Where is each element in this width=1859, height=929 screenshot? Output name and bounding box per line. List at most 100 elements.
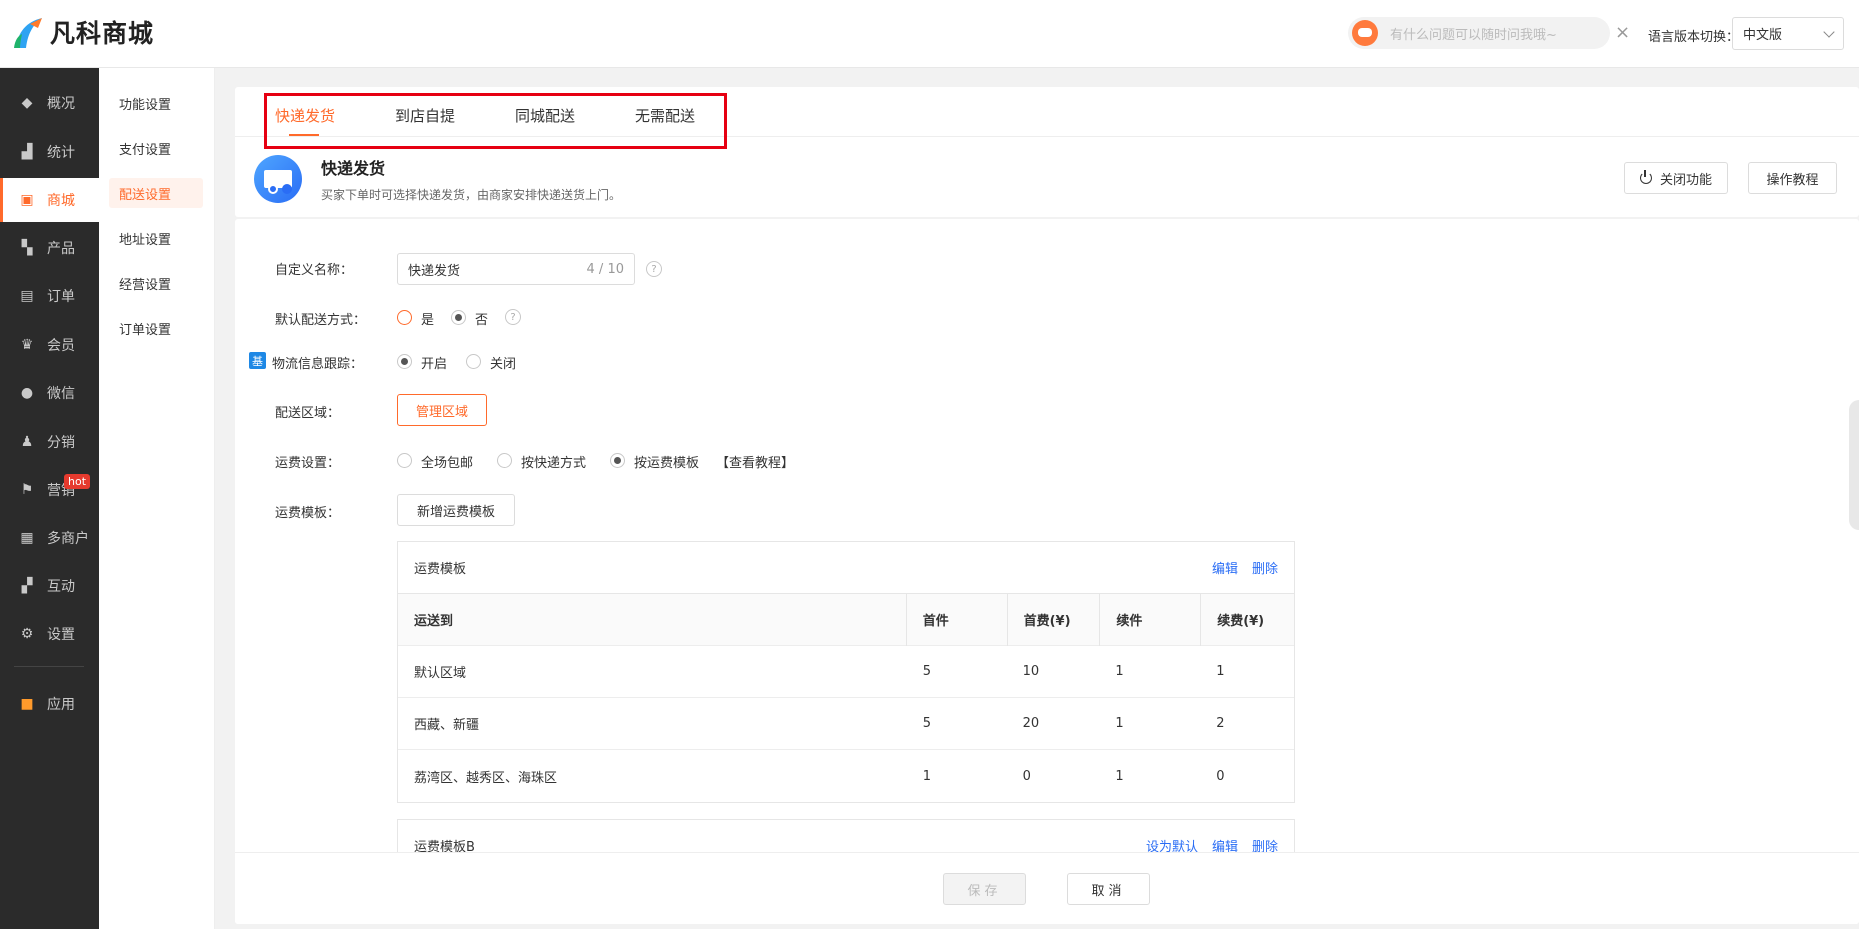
sidebar-item-overview[interactable]: ◆ 概况 [0,81,99,125]
hot-badge: hot [64,474,91,489]
fee-express-radio[interactable] [497,453,512,468]
help-icon[interactable]: ? [505,309,521,325]
chevron-down-icon [1823,25,1835,38]
user-share-icon: ♟ [20,434,34,450]
subnav-item-order[interactable]: 订单设置 [109,313,203,343]
tracking-off-label: 关闭 [490,357,517,372]
fee-express-label: 按快递方式 [521,456,587,471]
template-table: 运费模板 编辑 删除 运送到 首件 首费(¥) 续件 续费(¥) 默认区域 5 … [397,541,1295,803]
table-cell: 5 [922,664,932,679]
sidebar-item-label: 商城 [47,193,75,209]
subnav-item-function[interactable]: 功能设置 [109,88,203,118]
sidebar-item-label: 设置 [47,627,75,643]
table-cell: 20 [1022,716,1040,731]
template-label: 运费模板： [275,506,341,521]
tracking-on-label: 开启 [421,357,448,372]
close-feature-button[interactable]: 关闭功能 [1624,162,1728,194]
sidebar-item-orders[interactable]: ▤ 订单 [0,274,99,318]
table-cell: 0 [1216,768,1225,784]
table-row: 荔湾区、越秀区、海珠区 1 0 1 0 [398,750,1294,802]
table-cell: 1 [1115,716,1124,731]
template-name: 运费模板 [414,562,467,577]
sidebar-item-wechat[interactable]: ● 微信 [0,371,99,415]
apps-icon: ■ [20,696,34,712]
edit-template-link[interactable]: 编辑 [1212,558,1238,577]
delivery-form-card: 自定义名称： 快递发货 4 / 10 ? 默认配送方式： 是 否 ? 基 物流信… [235,219,1859,924]
subnav-item-address[interactable]: 地址设置 [109,223,203,253]
help-icon[interactable]: ? [646,261,662,277]
name-input[interactable]: 快递发货 4 / 10 [397,253,635,285]
language-select[interactable]: 中文版 [1732,17,1844,50]
clipboard-icon: ▤ [20,288,34,304]
sidebar-item-multi-merchant[interactable]: ▦ 多商户 [0,516,99,560]
language-value: 中文版 [1743,28,1783,43]
fee-free-label: 全场包邮 [421,456,474,471]
tracking-on-radio[interactable] [397,354,412,369]
cancel-button[interactable]: 取消 [1067,873,1150,905]
sidebar-item-apps[interactable]: ■ 应用 [0,682,99,726]
subnav-item-business[interactable]: 经营设置 [109,268,203,298]
table-cell: 默认区域 [414,666,467,681]
tracking-off-radio[interactable] [466,354,481,369]
subnav-item-delivery[interactable]: 配送设置 [109,178,203,208]
default-yes-radio[interactable] [397,310,412,325]
sidebar-item-shop[interactable]: ▣ 商城 [0,178,99,222]
truck-icon [254,155,302,203]
table-cell: 10 [1022,664,1040,679]
logo[interactable]: 凡科商城 [12,14,154,50]
save-button[interactable]: 保存 [943,873,1026,905]
tutorial-button[interactable]: 操作教程 [1748,162,1837,194]
delete-template-link[interactable]: 删除 [1252,558,1278,577]
column-header: 首件 [905,593,1007,646]
sidebar-item-label: 互动 [47,579,75,595]
table-cell: 0 [1022,768,1031,784]
fee-free-radio[interactable] [397,453,412,468]
feature-desc: 买家下单时可选择快递发货，由商家安排快递送货上门。 [321,188,622,202]
manage-area-button[interactable]: 管理区域 [397,394,487,426]
sidebar-item-interact[interactable]: ▞ 互动 [0,564,99,608]
table-cell: 2 [1216,716,1225,731]
grid-icon: ▚ [21,240,33,256]
robot-avatar-icon [1352,20,1378,46]
layers-icon: ◆ [21,95,33,111]
name-label: 自定义名称： [275,263,354,278]
sidebar-item-label: 应用 [47,697,75,713]
column-header: 运送到 [414,614,454,629]
view-tutorial-link[interactable]: 【查看教程】 [716,452,794,471]
close-feature-label: 关闭功能 [1659,172,1712,188]
sidebar-item-products[interactable]: ▚ 产品 [0,226,99,270]
table-row: 西藏、新疆 5 20 1 2 [398,698,1294,750]
table-cell: 1 [1115,664,1124,679]
side-scroll-handle[interactable] [1849,400,1859,530]
tracking-label: 物流信息跟踪： [272,357,364,372]
sidebar-item-label: 概况 [47,96,75,112]
ai-placeholder: 有什么问题可以随时问我哦~ [1390,27,1557,43]
tabs-highlight-box [264,93,727,149]
ai-assistant-box[interactable]: 有什么问题可以随时问我哦~ [1348,17,1610,49]
feature-title: 快递发货 [321,159,386,178]
column-header: 续件 [1099,593,1200,646]
column-header: 首费(¥) [1006,593,1100,646]
sidebar-item-label: 多商户 [47,531,89,547]
sidebar-item-settings[interactable]: ⚙ 设置 [0,612,99,656]
crown-icon: ♛ [20,337,34,353]
logo-text: 凡科商城 [50,19,155,48]
add-template-button[interactable]: 新增运费模板 [397,494,515,526]
char-count: 4 / 10 [586,261,624,277]
table-cell: 1 [1216,664,1225,679]
close-icon[interactable]: × [1615,22,1630,43]
sidebar-item-marketing[interactable]: ⚑ 营销 hot [0,468,99,512]
table-header-row: 运送到 首件 首费(¥) 续件 续费(¥) [398,593,1294,646]
sidebar-item-stats[interactable]: ▟ 统计 [0,130,99,174]
interact-icon: ▞ [21,578,33,594]
subnav-item-payment[interactable]: 支付设置 [109,133,203,163]
default-no-radio[interactable] [451,310,466,325]
table-cell: 荔湾区、越秀区、海珠区 [414,770,558,786]
logo-icon [12,14,46,50]
sidebar-item-distribution[interactable]: ♟ 分销 [0,420,99,464]
fee-template-radio[interactable] [610,453,625,468]
secondary-nav: 功能设置 支付设置 配送设置 地址设置 经营设置 订单设置 [99,68,215,929]
fee-template-label: 按运费模板 [634,456,700,471]
store-icon: ▦ [20,530,34,546]
sidebar-item-members[interactable]: ♛ 会员 [0,323,99,367]
